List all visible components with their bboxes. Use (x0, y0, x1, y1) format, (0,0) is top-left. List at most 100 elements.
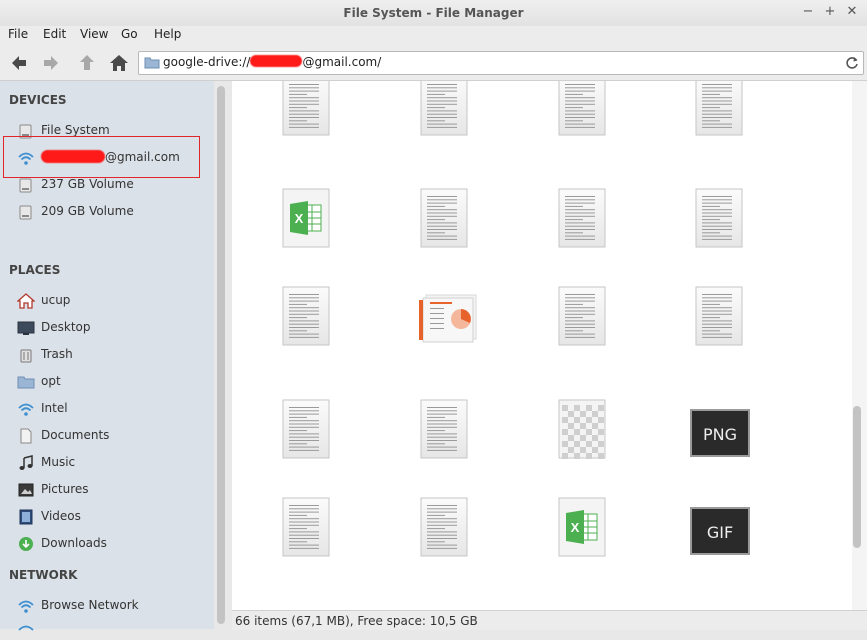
svg-text:X: X (295, 211, 304, 226)
sidebar-scrollbar[interactable] (217, 86, 225, 624)
file-item[interactable] (282, 399, 332, 464)
sidebar-item-label: Music (41, 455, 76, 469)
devices-header: DEVICES (9, 93, 67, 107)
document-file-icon (420, 497, 468, 557)
sidebar-item-label: ucup (41, 293, 71, 307)
document-icon (20, 428, 32, 444)
home-button[interactable] (108, 52, 130, 74)
menu-file[interactable]: File (8, 27, 28, 41)
forward-button[interactable] (40, 52, 62, 74)
file-item[interactable] (695, 286, 745, 351)
document-file-icon (558, 188, 606, 248)
document-file-icon (420, 399, 468, 459)
places-header: PLACES (9, 263, 61, 277)
spreadsheet-file-icon: X (558, 497, 606, 557)
document-file-icon (695, 286, 743, 346)
file-item[interactable] (695, 188, 745, 253)
file-item[interactable]: X (282, 188, 332, 253)
sidebar-item-label: Pictures (41, 482, 89, 496)
desktop-icon (17, 321, 35, 335)
redaction-mark (250, 55, 303, 67)
back-button[interactable] (8, 52, 30, 74)
close-button[interactable]: ✕ (844, 4, 860, 20)
file-type-label: PNG (703, 425, 737, 444)
file-item[interactable] (558, 188, 608, 253)
file-type-label: GIF (707, 523, 733, 542)
folder-icon (17, 376, 35, 389)
file-item[interactable] (558, 81, 608, 141)
network-icon (18, 403, 34, 416)
network-icon (18, 625, 34, 631)
arrow-left-icon (12, 56, 26, 70)
sidebar-item-label: 237 GB Volume (41, 177, 134, 191)
menu-go[interactable]: Go (121, 27, 138, 41)
menu-help[interactable]: Help (154, 27, 181, 41)
file-item[interactable] (558, 286, 608, 351)
file-item[interactable] (420, 497, 470, 562)
maximize-button[interactable]: + (822, 4, 838, 20)
sidebar-item-label: Documents (41, 428, 110, 442)
file-item[interactable] (420, 81, 470, 141)
file-item[interactable] (420, 399, 470, 464)
trash-icon (20, 349, 32, 363)
document-file-icon (420, 188, 468, 248)
file-item[interactable] (282, 286, 332, 351)
document-file-icon (695, 188, 743, 248)
document-file-icon (282, 399, 330, 459)
document-file-icon (420, 81, 468, 136)
file-item[interactable] (420, 188, 470, 253)
sidebar-item-label: 209 GB Volume (41, 204, 134, 218)
minimize-button[interactable]: − (800, 4, 816, 20)
document-file-icon (695, 81, 743, 136)
document-file-icon (282, 286, 330, 346)
network-icon (18, 600, 34, 613)
presentation-file-icon (419, 294, 477, 343)
highlight-box (3, 136, 200, 178)
svg-text:X: X (571, 520, 580, 535)
sidebar-item-label: Desktop (41, 320, 91, 334)
window-title: File System - File Manager (343, 6, 524, 20)
arrow-right-icon (44, 56, 58, 70)
home-icon (17, 293, 35, 309)
up-button[interactable] (76, 52, 98, 74)
arrow-up-icon (80, 55, 94, 70)
downloads-icon (19, 537, 33, 551)
network-header: NETWORK (9, 568, 78, 582)
location-bar[interactable]: google-drive:// @gmail.com/ (138, 51, 864, 75)
sidebar-item-label: opt (41, 374, 61, 388)
document-file-icon (282, 81, 330, 136)
sidebar-item-label: Intel (41, 401, 68, 415)
file-item[interactable]: GIF (690, 497, 752, 562)
image-file-icon (558, 399, 606, 459)
document-file-icon (558, 286, 606, 346)
spreadsheet-file-icon: X (282, 188, 330, 248)
file-item[interactable] (419, 286, 478, 347)
file-item[interactable] (282, 81, 332, 141)
status-text: 66 items (67,1 MB), Free space: 10,5 GB (235, 614, 478, 628)
sidebar-item-label: Trash (41, 347, 73, 361)
pictures-icon (18, 483, 34, 497)
menu-edit[interactable]: Edit (43, 27, 66, 41)
title-bar[interactable]: File System - File Manager − + ✕ (0, 0, 867, 27)
drive-icon (19, 178, 32, 193)
menu-view[interactable]: View (80, 27, 108, 41)
sidebar-item-label: Browse Network (41, 598, 139, 612)
file-item[interactable] (695, 81, 745, 141)
sidebar-item-label: Downloads (41, 536, 107, 550)
file-grid: X PNG X GIF (232, 81, 852, 610)
drive-icon (19, 205, 32, 220)
gif-file-icon: GIF (690, 507, 750, 555)
location-suffix: @gmail.com/ (302, 55, 382, 69)
sidebar-item-label: Videos (41, 509, 81, 523)
videos-icon (19, 509, 33, 525)
music-icon (19, 455, 33, 470)
folder-icon (144, 57, 160, 69)
file-item[interactable]: X (558, 497, 608, 562)
file-item[interactable]: PNG (690, 399, 752, 464)
document-file-icon (282, 497, 330, 557)
reload-icon[interactable] (844, 55, 860, 71)
content-scrollbar-thumb[interactable] (853, 406, 861, 548)
file-item[interactable] (558, 399, 608, 464)
pane-divider[interactable] (227, 81, 231, 629)
file-item[interactable] (282, 497, 332, 562)
